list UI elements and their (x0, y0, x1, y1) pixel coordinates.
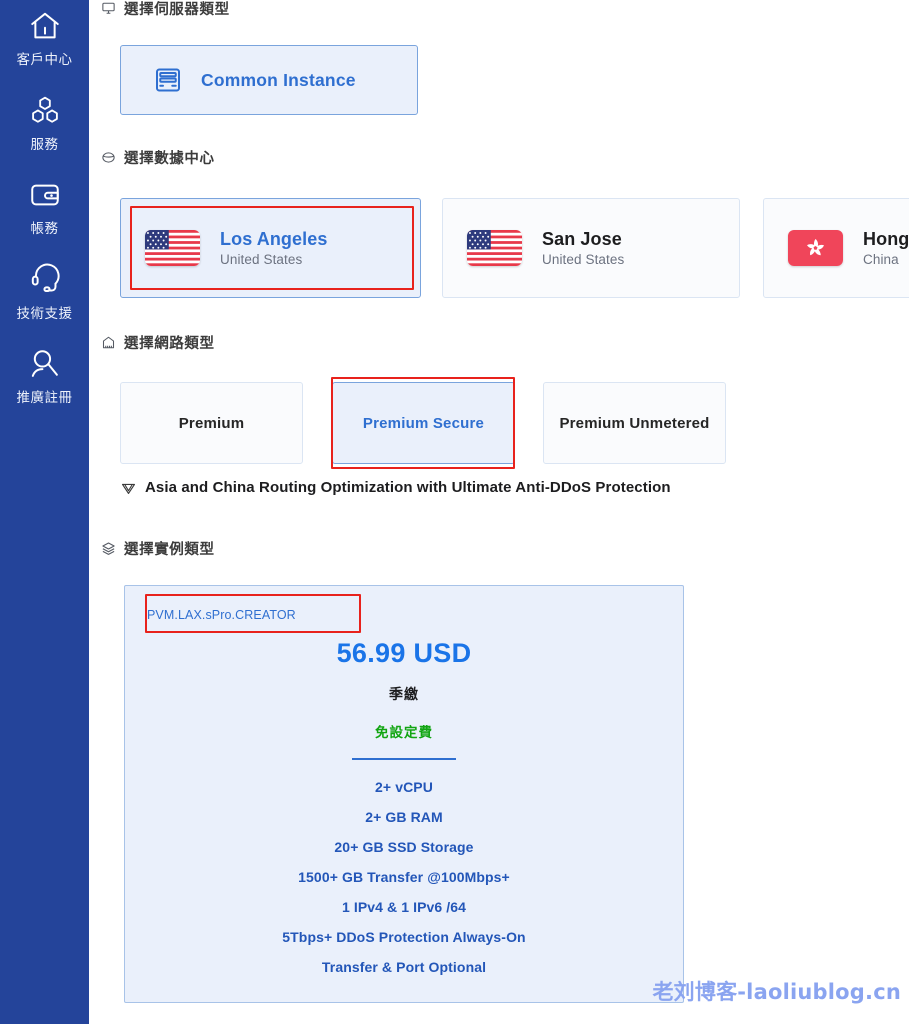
instance-configurator: 選擇伺服器類型 Common Instance 選擇數據中心 Los Angel… (89, 0, 909, 1024)
section-heading-instance-type: 選擇實例類型 (100, 538, 215, 559)
instance-plan-spec: 2+ vCPU (375, 779, 433, 795)
datacenter-option-text: Los Angeles United States (220, 229, 327, 267)
network-type-option-premium[interactable]: Premium (120, 382, 303, 464)
network-type-option-label: Premium Unmetered (559, 414, 710, 432)
section-heading-label: 選擇網路類型 (124, 336, 215, 352)
instance-plan-sku: PVM.LAX.sPro.CREATOR (147, 608, 296, 622)
server-rack-icon (153, 65, 183, 95)
instance-plan-spec: 20+ GB SSD Storage (334, 839, 474, 855)
server-type-option-common-instance[interactable]: Common Instance (120, 45, 418, 115)
datacenter-option-text: Hong Kong China (863, 229, 909, 267)
sidebar-item-label: 帳務 (30, 221, 59, 236)
datacenter-option-san-jose[interactable]: San Jose United States (442, 198, 740, 298)
datacenter-city: Los Angeles (220, 229, 328, 249)
home-icon (25, 6, 65, 46)
ethernet-port-icon (100, 334, 117, 351)
network-type-option-premium-unmetered[interactable]: Premium Unmetered (543, 382, 726, 464)
sidebar-item-customer-center[interactable]: 客戶中心 (0, 6, 89, 67)
section-heading-datacenter: 選擇數據中心 (100, 147, 215, 168)
instance-plan-spec: 5Tbps+ DDoS Protection Always-On (282, 929, 526, 945)
instance-plan-billing-cycle: 季繳 (389, 686, 419, 702)
layers-icon (100, 540, 117, 557)
page-root: 客戶中心 服務 帳務 技術支援 推廣註冊 選擇伺服器類型 Common Inst… (0, 0, 909, 1024)
cubes-icon (25, 91, 65, 131)
datacenter-city: Hong Kong (863, 229, 909, 249)
instance-plan-spec: 1 IPv4 & 1 IPv6 /64 (341, 899, 467, 915)
instance-plan-card[interactable]: PVM.LAX.sPro.CREATOR 56.99 USD 季繳 免設定費 2… (124, 585, 684, 1003)
main-sidebar: 客戶中心 服務 帳務 技術支援 推廣註冊 (0, 0, 89, 1024)
hk-flag-icon (788, 230, 843, 266)
shield-icon (120, 479, 137, 496)
us-flag-icon (467, 230, 522, 266)
sidebar-item-support[interactable]: 技術支援 (0, 260, 89, 321)
sidebar-item-billing[interactable]: 帳務 (0, 175, 89, 236)
section-heading-label: 選擇數據中心 (124, 151, 215, 167)
section-heading-label: 選擇實例類型 (124, 542, 215, 558)
sidebar-item-label: 客戶中心 (16, 52, 73, 67)
instance-plan-price: 56.99 USD (336, 638, 472, 668)
instance-plan-spec: Transfer & Port Optional (321, 959, 487, 975)
datacenter-country: United States (542, 252, 625, 267)
server-monitor-icon (100, 0, 117, 17)
datacenter-city: San Jose (542, 229, 622, 249)
instance-plan-setup-fee: 免設定費 (375, 725, 433, 740)
section-heading-network-type: 選擇網路類型 (100, 332, 215, 353)
instance-plan-divider (352, 758, 456, 760)
section-heading-server-type: 選擇伺服器類型 (100, 0, 230, 19)
us-flag-icon (145, 230, 200, 266)
network-type-option-premium-secure[interactable]: Premium Secure (332, 382, 515, 464)
datacenter-option-hong-kong[interactable]: Hong Kong China (763, 198, 909, 298)
instance-plan-spec: 2+ GB RAM (365, 809, 443, 825)
sidebar-item-affiliate[interactable]: 推廣註冊 (0, 344, 89, 405)
instance-plan-spec-list: 2+ vCPU 2+ GB RAM 20+ GB SSD Storage 150… (125, 780, 683, 974)
datacenter-country: United States (220, 252, 303, 267)
headset-icon (25, 260, 65, 300)
globe-icon (100, 149, 117, 166)
datacenter-option-text: San Jose United States (542, 229, 624, 267)
watermark: 老刘博客-laoliublog.cn (652, 980, 901, 1004)
network-type-note: Asia and China Routing Optimization with… (120, 479, 671, 496)
server-type-option-label: Common Instance (201, 69, 356, 90)
network-type-note-label: Asia and China Routing Optimization with… (145, 479, 671, 496)
affiliate-user-icon (25, 344, 65, 384)
datacenter-option-los-angeles[interactable]: Los Angeles United States (120, 198, 421, 298)
datacenter-country: China (863, 252, 899, 267)
sidebar-item-label: 服務 (30, 136, 59, 152)
sidebar-item-label: 推廣註冊 (16, 390, 73, 405)
wallet-icon (25, 175, 65, 215)
network-type-option-label: Premium (178, 414, 245, 432)
sidebar-item-services[interactable]: 服務 (0, 91, 89, 152)
network-type-option-label: Premium Secure (362, 414, 485, 432)
section-heading-label: 選擇伺服器類型 (124, 2, 230, 18)
sidebar-item-label: 技術支援 (16, 305, 73, 321)
instance-plan-spec: 1500+ GB Transfer @100Mbps+ (298, 869, 510, 885)
